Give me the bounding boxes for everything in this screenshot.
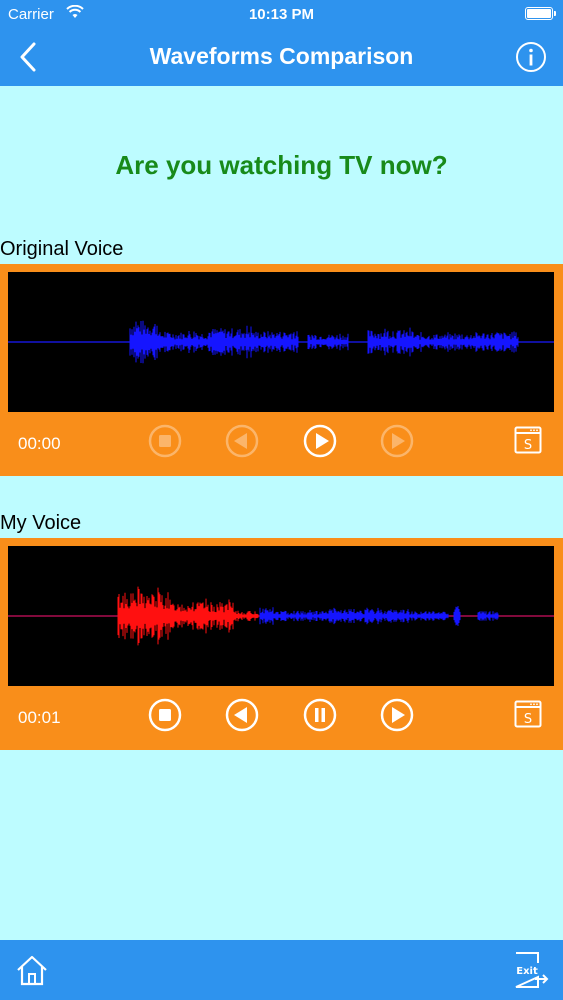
pause-icon <box>303 698 337 732</box>
original-waveform <box>8 272 554 412</box>
my-pause-button[interactable] <box>303 698 337 732</box>
original-forward-button[interactable] <box>380 424 414 458</box>
my-voice-panel: 00:01 S <box>0 538 563 750</box>
my-voice-label: My Voice <box>0 512 82 534</box>
home-icon <box>17 955 47 986</box>
rewind-icon <box>225 698 259 732</box>
original-waveform-graph <box>8 320 554 364</box>
exit-icon: Exit <box>515 952 549 988</box>
question-text: Are you watching TV now? <box>115 150 448 180</box>
play-icon <box>303 424 337 458</box>
status-time: 10:13 PM <box>248 6 315 23</box>
svg-text:S: S <box>524 712 532 727</box>
forward-icon <box>380 698 414 732</box>
save-window-icon: S <box>514 426 542 454</box>
forward-icon <box>380 424 414 458</box>
battery-icon <box>525 7 556 20</box>
my-waveform <box>8 546 554 686</box>
bottom-toolbar: Exit <box>0 940 563 1000</box>
home-button[interactable] <box>14 952 50 988</box>
original-voice-label: Original Voice <box>0 238 124 260</box>
status-bar: Carrier 10:13 PM <box>0 0 563 28</box>
rewind-icon <box>225 424 259 458</box>
my-save-button[interactable]: S <box>514 700 542 728</box>
original-save-button[interactable]: S <box>514 426 542 454</box>
original-time: 00:00 <box>18 434 61 453</box>
save-window-icon: S <box>514 700 542 728</box>
stop-icon <box>148 424 182 458</box>
original-stop-button[interactable] <box>148 424 182 458</box>
page-title: Waveforms Comparison <box>149 43 414 69</box>
my-rewind-button[interactable] <box>225 698 259 732</box>
my-forward-button[interactable] <box>380 698 414 732</box>
my-waveform-graph <box>8 586 554 646</box>
svg-text:S: S <box>524 438 532 453</box>
my-stop-button[interactable] <box>148 698 182 732</box>
navigation-bar: Carrier 10:13 PM Waveforms Comparison <box>0 0 563 86</box>
original-voice-panel: 00:00 S <box>0 264 563 476</box>
info-button[interactable] <box>515 41 547 73</box>
original-rewind-button[interactable] <box>225 424 259 458</box>
my-time: 00:01 <box>18 708 61 727</box>
exit-label: Exit <box>516 966 538 977</box>
exit-button[interactable]: Exit <box>513 951 549 989</box>
original-play-button[interactable] <box>303 424 337 458</box>
stop-icon <box>148 698 182 732</box>
info-icon <box>516 42 546 72</box>
